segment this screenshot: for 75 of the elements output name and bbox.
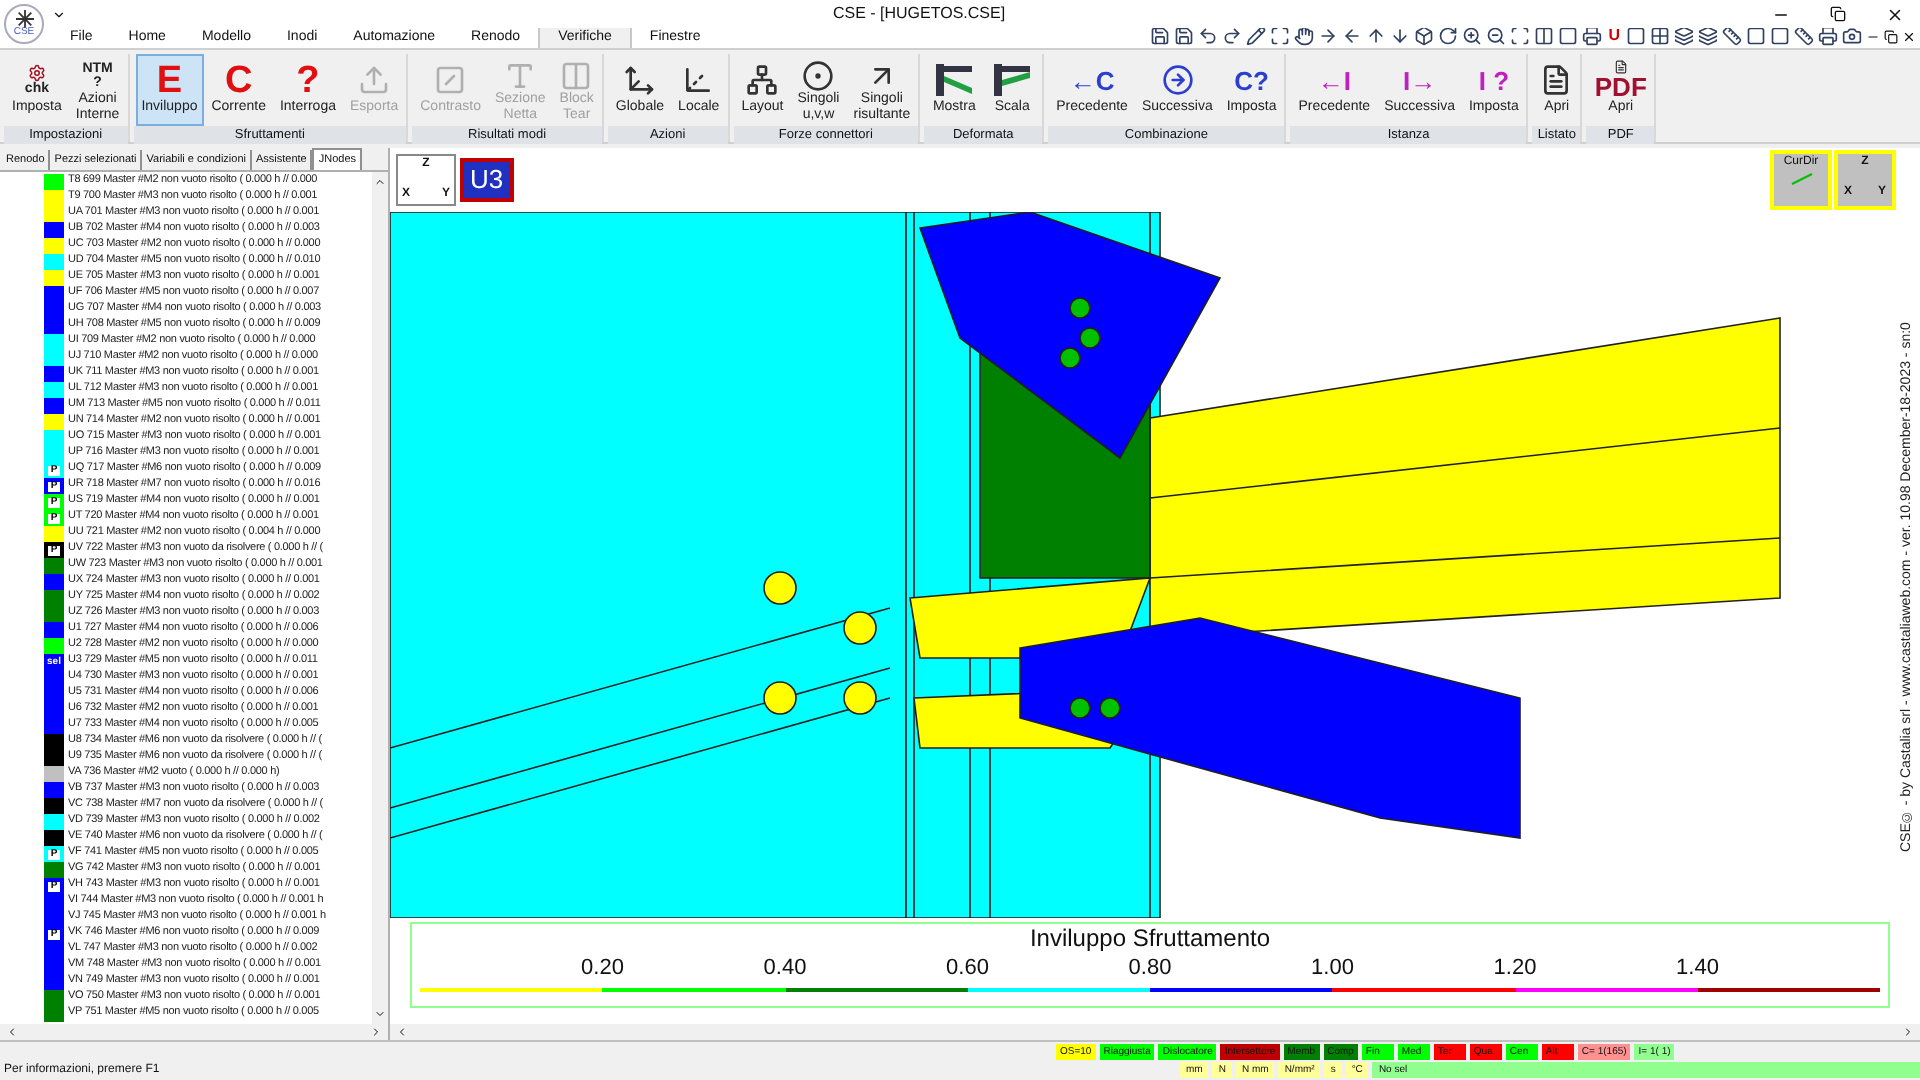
close-icon[interactable] [1902, 29, 1916, 43]
u-button[interactable]: U [1606, 28, 1622, 44]
scroll-down-icon[interactable] [374, 1008, 386, 1020]
button-glyph: C [224, 61, 253, 99]
arrow-right-icon[interactable] [1318, 26, 1339, 46]
pencil-icon[interactable] [1246, 26, 1267, 46]
redo-icon[interactable] [1222, 26, 1243, 46]
legend-tick-label: 0.80 [1128, 954, 1172, 982]
layers-icon[interactable] [1698, 26, 1718, 46]
scroll-left-icon[interactable] [396, 1026, 408, 1038]
beam-deformation-icon [990, 60, 1035, 100]
close-icon[interactable] [1886, 5, 1904, 23]
upload-icon [358, 64, 391, 96]
scroll-right-icon[interactable] [1902, 1026, 1914, 1038]
ruler-icon[interactable] [1794, 26, 1814, 46]
columns-icon[interactable] [1534, 26, 1555, 46]
save-icon[interactable] [1174, 26, 1195, 46]
legend-tick-label: 0.60 [946, 954, 989, 982]
document-icon [1540, 64, 1573, 96]
legend-tick-label: 0.20 [581, 954, 624, 982]
gear-icon [27, 64, 46, 82]
square-icon[interactable] [1558, 26, 1579, 46]
ruler-icon[interactable] [1722, 26, 1742, 46]
legend-tick-label: 0.40 [763, 954, 807, 982]
axes-icon [623, 64, 656, 96]
scroll-up-icon[interactable] [374, 176, 386, 188]
button-glyph: E [156, 61, 183, 99]
circle-dot-icon [802, 60, 835, 92]
document-icon [1611, 60, 1630, 74]
printer-icon[interactable] [1582, 26, 1603, 46]
button-glyph: PDF [1594, 74, 1647, 100]
square-icon[interactable] [1746, 26, 1766, 46]
arrow-up-icon[interactable] [1366, 26, 1387, 46]
quick-access-dropdown-icon[interactable] [52, 7, 66, 21]
scroll-right-icon[interactable] [370, 1026, 382, 1038]
window-title: CSE - [HUGETOS.CSE] [830, 2, 1008, 26]
hand-icon[interactable] [1294, 26, 1315, 46]
restore-icon[interactable] [1884, 29, 1898, 43]
button-glyph: ←C [1069, 67, 1115, 93]
button-glyph: ←I [1317, 67, 1351, 93]
restore-icon[interactable] [1830, 6, 1846, 22]
t-shape-icon [504, 60, 537, 92]
axes-icon [682, 64, 715, 96]
zoom-in-icon[interactable] [1462, 26, 1483, 46]
save-icon[interactable] [1150, 26, 1171, 46]
frame-icon[interactable] [1510, 26, 1531, 46]
legend-tick-label: 1.00 [1311, 954, 1354, 982]
layers-icon[interactable] [1674, 26, 1694, 46]
scroll-left-icon[interactable] [6, 1026, 18, 1038]
legend-tick-label: 1.20 [1493, 954, 1537, 982]
legend-tick-label: 1.40 [1676, 954, 1719, 982]
grid-icon[interactable] [1650, 26, 1670, 46]
asterisk-icon [15, 10, 33, 28]
cube-icon[interactable] [1414, 26, 1435, 46]
button-glyph: I ? [1478, 67, 1510, 93]
beam-deformation-icon [932, 60, 977, 100]
vertical-scrollbar[interactable] [372, 172, 388, 1024]
button-glyph: I→ [1402, 67, 1437, 93]
square-icon[interactable] [1770, 26, 1790, 46]
square-slash-icon [434, 64, 467, 96]
arrow-left-icon[interactable] [1342, 26, 1363, 46]
rotate-icon[interactable] [1438, 26, 1459, 46]
nodes-icon [746, 64, 779, 96]
camera-icon[interactable] [1842, 26, 1862, 46]
arrow-down-icon[interactable] [1390, 26, 1411, 46]
legend-title: Inviluppo Sfruttamento [1027, 924, 1273, 954]
columns-icon [560, 60, 593, 92]
square-icon[interactable] [1626, 26, 1646, 46]
fit-icon[interactable] [1270, 26, 1291, 46]
button-glyph: C? [1234, 67, 1269, 93]
button-glyph: ? [296, 61, 320, 99]
node-label: U3 [460, 158, 514, 202]
undo-icon[interactable] [1198, 26, 1219, 46]
zoom-out-icon[interactable] [1486, 26, 1507, 46]
printer-icon[interactable] [1818, 26, 1838, 46]
